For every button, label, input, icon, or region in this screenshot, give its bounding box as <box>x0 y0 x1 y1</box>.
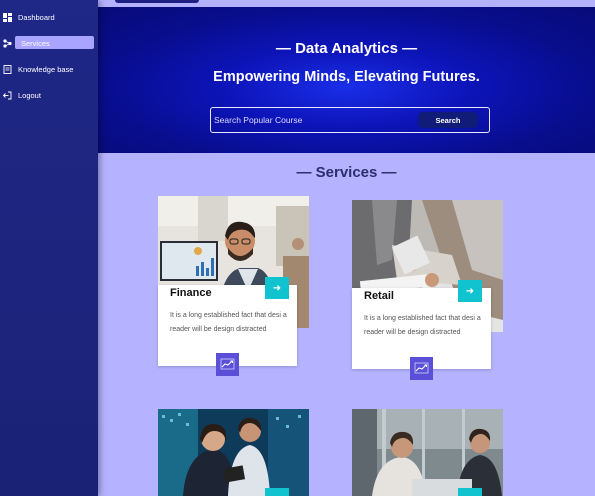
sidebar-item-logout[interactable]: Logout <box>0 88 98 102</box>
sidebar-item-knowledge-base[interactable]: Knowledge base <box>0 62 98 76</box>
chart-icon <box>216 353 239 376</box>
card-title: Finance <box>170 287 212 299</box>
search-input[interactable] <box>213 111 413 129</box>
card-description: It is a long established fact that desi … <box>170 312 287 333</box>
hero-banner: — Data Analytics — Empowering Minds, Ele… <box>98 7 595 153</box>
meeting-photo <box>352 409 503 496</box>
top-tab[interactable] <box>115 0 199 3</box>
arrow-right-button[interactable]: ➜ <box>265 277 289 299</box>
sidebar-item-label: Logout <box>18 90 41 100</box>
services-heading: — Services — <box>296 164 397 181</box>
card-description: It is a long established fact that desi … <box>364 315 481 336</box>
top-bar <box>98 0 595 7</box>
sidebar-item-label: Services <box>21 38 50 48</box>
arrow-right-button[interactable] <box>458 488 482 496</box>
sidebar-item-label: Knowledge base <box>18 64 74 74</box>
arrow-right-icon: ➜ <box>272 282 282 294</box>
sidebar-item-label: Dashboard <box>18 12 55 22</box>
card-title: Retail <box>364 290 394 302</box>
hero-title: — Data Analytics — <box>275 40 418 57</box>
hero-subtitle: Empowering Minds, Elevating Futures. <box>213 69 480 85</box>
arrow-right-button[interactable]: ➜ <box>458 280 482 302</box>
sidebar-item-services[interactable]: Services <box>0 36 98 50</box>
knowledge-base-icon <box>3 64 12 74</box>
chart-icon <box>410 357 433 380</box>
arrow-right-button[interactable] <box>265 488 289 496</box>
dashboard-icon <box>3 12 12 22</box>
services-icon <box>3 38 12 48</box>
search-bar: Search <box>210 107 490 133</box>
operations-photo <box>158 409 309 496</box>
sidebar: Dashboard Services Knowledge base Logout <box>0 0 98 496</box>
logout-icon <box>3 91 12 100</box>
search-button[interactable]: Search <box>418 112 478 128</box>
sidebar-item-dashboard[interactable]: Dashboard <box>0 10 98 24</box>
arrow-right-icon: ➜ <box>465 285 475 297</box>
